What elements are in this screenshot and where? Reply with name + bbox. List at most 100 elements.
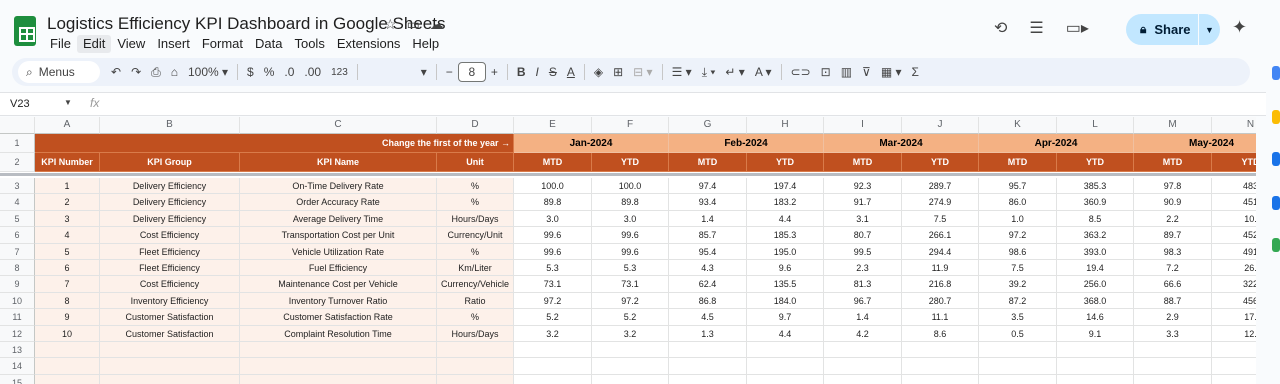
row-header-1[interactable]: 1 bbox=[0, 134, 35, 153]
header-ytd[interactable]: YTD bbox=[902, 153, 979, 172]
empty-cell[interactable] bbox=[100, 358, 240, 375]
column-header-c[interactable]: C bbox=[240, 117, 437, 134]
mtd-value-cell[interactable]: 1.4 bbox=[669, 210, 747, 228]
number-format-button[interactable]: 123 bbox=[326, 67, 353, 78]
kpi-group-cell[interactable]: Customer Satisfaction bbox=[100, 309, 240, 326]
share-dropdown-icon[interactable]: ▼ bbox=[1198, 14, 1220, 45]
redo-icon[interactable]: ↷ bbox=[126, 65, 146, 79]
text-color-icon[interactable]: A bbox=[562, 65, 580, 79]
year-banner[interactable]: Change the first of the year → bbox=[35, 134, 514, 153]
empty-cell[interactable] bbox=[669, 374, 747, 384]
mtd-value-cell[interactable]: 99.6 bbox=[514, 227, 592, 244]
ytd-value-cell[interactable]: 8.5 bbox=[1057, 210, 1134, 228]
filter-icon[interactable]: ⊽ bbox=[857, 65, 876, 79]
header-kpi-name[interactable]: KPI Name bbox=[240, 153, 437, 172]
italic-icon[interactable]: I bbox=[531, 65, 544, 79]
ytd-value-cell[interactable]: 360.9 bbox=[1057, 194, 1134, 211]
header-ytd[interactable]: YTD bbox=[1057, 153, 1134, 172]
unit-cell[interactable]: Ratio bbox=[437, 292, 514, 310]
ytd-value-cell[interactable]: 12. bbox=[1212, 326, 1256, 342]
ytd-value-cell[interactable]: 100.0 bbox=[592, 178, 669, 195]
empty-cell[interactable] bbox=[240, 358, 437, 375]
mtd-value-cell[interactable]: 2.9 bbox=[1134, 309, 1212, 326]
kpi-number-cell[interactable]: 4 bbox=[35, 227, 100, 244]
select-all-corner[interactable] bbox=[0, 117, 35, 134]
fill-color-icon[interactable]: ◈ bbox=[589, 65, 608, 79]
kpi-name-cell[interactable]: Customer Satisfaction Rate bbox=[240, 309, 437, 326]
empty-cell[interactable] bbox=[592, 358, 669, 375]
header-mtd[interactable]: MTD bbox=[979, 153, 1057, 172]
unit-cell[interactable]: Hours/Days bbox=[437, 210, 514, 228]
mtd-value-cell[interactable]: 89.8 bbox=[514, 194, 592, 211]
row-header-9[interactable]: 9 bbox=[0, 276, 35, 293]
mtd-value-cell[interactable]: 90.9 bbox=[1134, 194, 1212, 211]
mtd-value-cell[interactable]: 2.2 bbox=[1134, 210, 1212, 228]
empty-cell[interactable] bbox=[1212, 375, 1256, 384]
kpi-name-cell[interactable]: Fuel Efficiency bbox=[240, 260, 437, 277]
header-unit[interactable]: Unit bbox=[437, 153, 514, 172]
kpi-number-cell[interactable]: 6 bbox=[35, 260, 100, 277]
column-header-m[interactable]: M bbox=[1134, 117, 1212, 134]
kpi-group-cell[interactable]: Cost Efficiency bbox=[100, 276, 240, 293]
ytd-value-cell[interactable]: 97.2 bbox=[592, 292, 669, 310]
empty-cell[interactable] bbox=[979, 358, 1057, 375]
empty-cell[interactable] bbox=[902, 374, 979, 384]
ytd-value-cell[interactable]: 17. bbox=[1212, 309, 1256, 326]
ytd-value-cell[interactable]: 99.6 bbox=[592, 227, 669, 244]
ytd-value-cell[interactable]: 195.0 bbox=[747, 243, 824, 260]
ytd-value-cell[interactable]: 216.8 bbox=[902, 276, 979, 293]
kpi-name-cell[interactable]: Maintenance Cost per Vehicle bbox=[240, 276, 437, 293]
column-header-h[interactable]: H bbox=[747, 117, 824, 134]
menu-view[interactable]: View bbox=[111, 35, 151, 53]
row-header-12[interactable]: 12 bbox=[0, 325, 35, 342]
header-mtd[interactable]: MTD bbox=[824, 153, 902, 172]
ytd-value-cell[interactable]: 10. bbox=[1212, 211, 1256, 228]
kpi-group-cell[interactable]: Customer Satisfaction bbox=[100, 325, 240, 342]
kpi-name-cell[interactable]: Average Delivery Time bbox=[240, 210, 437, 228]
version-history-icon[interactable]: ⟲ bbox=[994, 18, 1007, 38]
column-header-d[interactable]: D bbox=[437, 117, 514, 134]
paint-format-icon[interactable]: ⌂ bbox=[166, 65, 183, 79]
row-header-11[interactable]: 11 bbox=[0, 309, 35, 326]
ytd-value-cell[interactable]: 294.4 bbox=[902, 243, 979, 260]
ytd-value-cell[interactable]: 183.2 bbox=[747, 194, 824, 211]
ytd-value-cell[interactable]: 184.0 bbox=[747, 292, 824, 310]
ytd-value-cell[interactable]: 322 bbox=[1212, 276, 1256, 293]
row-header-4[interactable]: 4 bbox=[0, 194, 35, 211]
kpi-group-cell[interactable]: Cost Efficiency bbox=[100, 227, 240, 244]
tasks-icon[interactable] bbox=[1272, 152, 1280, 166]
empty-cell[interactable] bbox=[747, 374, 824, 384]
ytd-value-cell[interactable]: 256.0 bbox=[1057, 276, 1134, 293]
filter-views-icon[interactable]: ▦ ▾ bbox=[876, 65, 907, 79]
mtd-value-cell[interactable]: 100.0 bbox=[514, 178, 592, 195]
keep-icon[interactable] bbox=[1272, 110, 1280, 124]
ytd-value-cell[interactable]: 368.0 bbox=[1057, 292, 1134, 310]
empty-cell[interactable] bbox=[1057, 374, 1134, 384]
ytd-value-cell[interactable]: 185.3 bbox=[747, 227, 824, 244]
empty-cell[interactable] bbox=[35, 358, 100, 375]
empty-cell[interactable] bbox=[1057, 342, 1134, 359]
mtd-value-cell[interactable]: 85.7 bbox=[669, 227, 747, 244]
ytd-value-cell[interactable]: 4.4 bbox=[747, 210, 824, 228]
mtd-value-cell[interactable]: 97.8 bbox=[1134, 178, 1212, 195]
kpi-name-cell[interactable]: Vehicle Utilization Rate bbox=[240, 243, 437, 260]
kpi-number-cell[interactable]: 2 bbox=[35, 194, 100, 211]
insert-link-icon[interactable]: ⊂⊃ bbox=[786, 65, 816, 79]
mtd-value-cell[interactable]: 39.2 bbox=[979, 276, 1057, 293]
unit-cell[interactable]: % bbox=[437, 178, 514, 195]
empty-cell[interactable] bbox=[902, 342, 979, 359]
empty-cell[interactable] bbox=[747, 358, 824, 375]
contacts-icon[interactable] bbox=[1272, 196, 1280, 210]
empty-cell[interactable] bbox=[437, 374, 514, 384]
mtd-value-cell[interactable]: 4.5 bbox=[669, 309, 747, 326]
ytd-value-cell[interactable]: 135.5 bbox=[747, 276, 824, 293]
empty-cell[interactable] bbox=[1134, 342, 1212, 359]
mtd-value-cell[interactable]: 62.4 bbox=[669, 276, 747, 293]
ytd-value-cell[interactable]: 274.9 bbox=[902, 194, 979, 211]
mtd-value-cell[interactable]: 4.3 bbox=[669, 260, 747, 277]
ytd-value-cell[interactable]: 483 bbox=[1212, 178, 1256, 195]
ytd-value-cell[interactable]: 452 bbox=[1212, 227, 1256, 244]
mtd-value-cell[interactable]: 86.8 bbox=[669, 292, 747, 310]
row-header-10[interactable]: 10 bbox=[0, 292, 35, 310]
mtd-value-cell[interactable]: 7.5 bbox=[979, 260, 1057, 277]
